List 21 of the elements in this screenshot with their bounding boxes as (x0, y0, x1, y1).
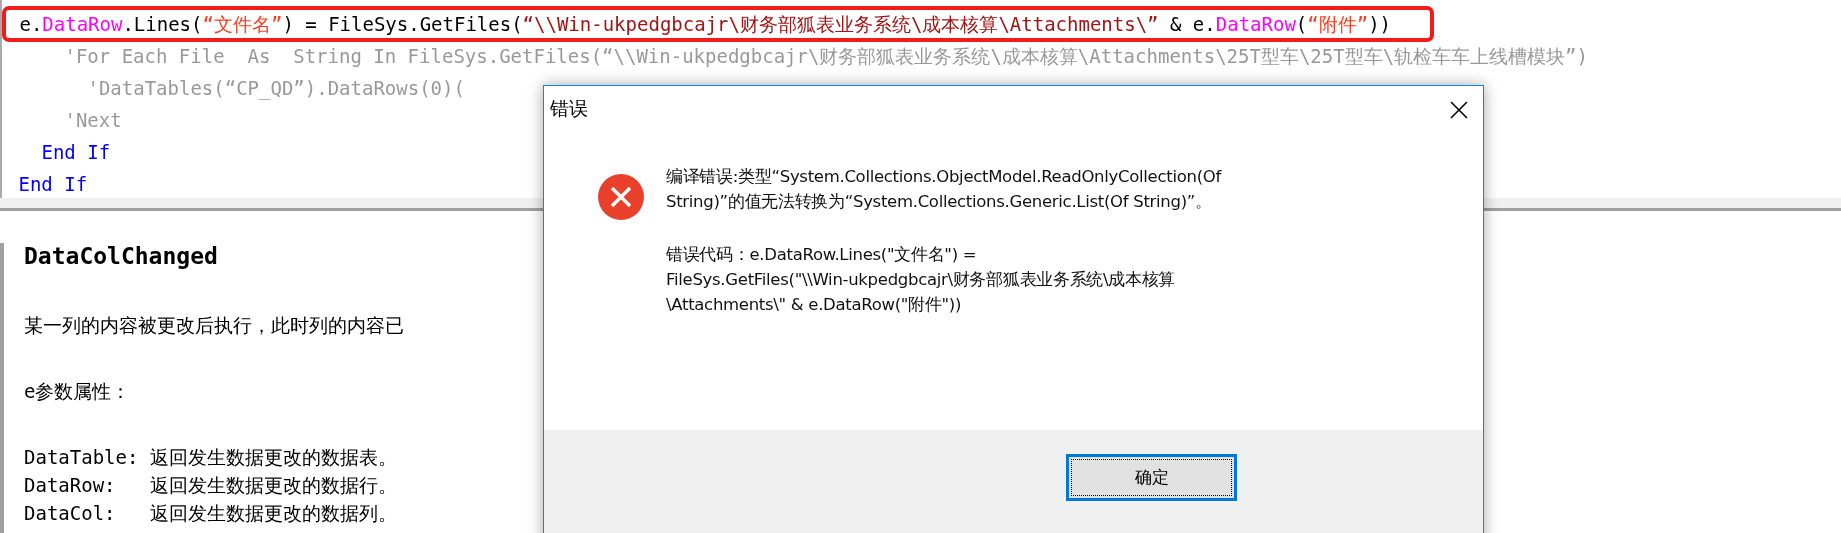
error-icon (598, 174, 644, 220)
property-description: 返回发生数据更改的数据列。 (149, 502, 397, 524)
code-line: 'DataTables(“CP_QD”).DataRows(0)( (87, 77, 465, 99)
property-name: DataCol: (24, 502, 117, 524)
help-description: 某一列的内容被更改后执行，此时列的内容已 (24, 313, 404, 338)
code-line: e.DataRow.Lines(“文件名”) = FileSys.GetFiles(“\\Win-ukpedgbcajr\财务部狐表业务系统\成本核算\Attachments\” & e.DataRow(“附件”)) (19, 13, 1392, 35)
property-description: 返回发生数据更改的数据行。 (149, 474, 397, 496)
error-message: 编译错误:类型“System.Collections.ObjectModel.ReadOnlyCollection(Of String)”的值无法转换为“System.Collections.Generic.List(Of String)”。 (666, 166, 1221, 213)
close-icon[interactable] (1449, 100, 1469, 120)
help-section-label: e参数属性： (24, 379, 131, 404)
code-line: 'Next (64, 109, 122, 131)
property-description: 返回发生数据更改的数据表。 (149, 446, 397, 468)
code-line: 'For Each File As String In FileSys.GetFiles(“\\Win-ukpedgbcajr\财务部狐表业务系统\成本核算\Attachments\25T型车\25T型车\轨检车车上线槽模块”) (64, 45, 1588, 67)
ok-button[interactable]: 确定 (1066, 454, 1237, 501)
code-line: End If (41, 141, 111, 163)
dialog-title: 错误 (550, 96, 588, 121)
property-name: DataRow: (24, 474, 117, 496)
error-code: 错误代码：e.DataRow.Lines("文件名") = FileSys.GetFiles("\\Win-ukpedgbcajr\财务部狐表业务系统\成本核算 \Attachments\" & e.DataRow("附件")) (666, 244, 1177, 316)
help-title: DataColChanged (24, 243, 218, 271)
code-line: End If (18, 173, 88, 195)
property-name: DataTable: (24, 446, 140, 468)
